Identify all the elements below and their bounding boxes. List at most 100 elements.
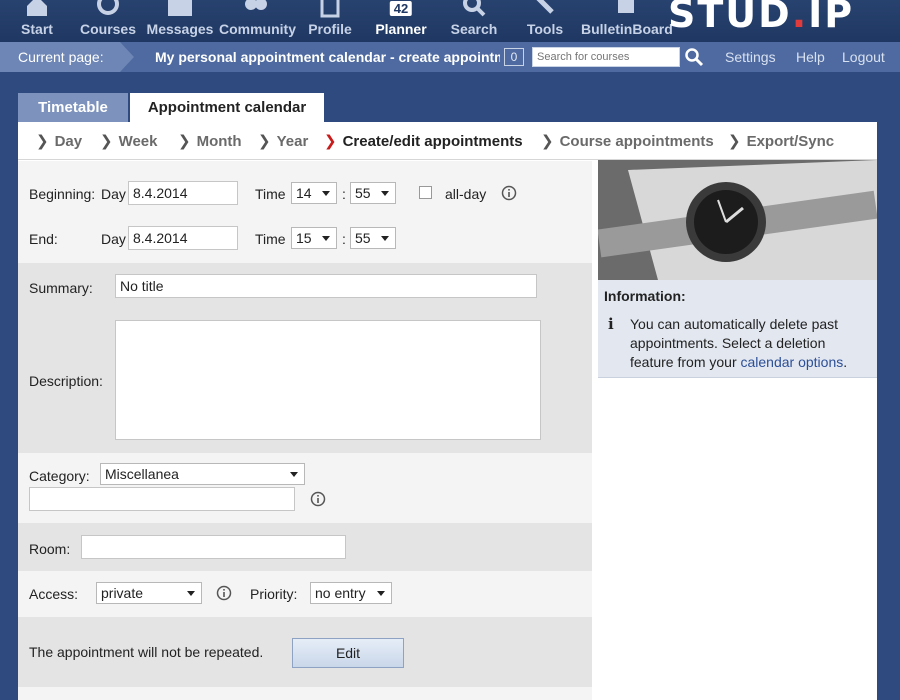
subnav-course-appointments[interactable]: ❯ Course appointments: [541, 132, 714, 150]
nav-planner[interactable]: 42 Planner: [372, 0, 430, 42]
nav-profile[interactable]: Profile: [306, 0, 354, 42]
chevron-right-icon: ❯: [541, 133, 554, 150]
nav-profile-label: Profile: [308, 21, 352, 37]
subnav-export-sync[interactable]: ❯ Export/Sync: [728, 132, 834, 150]
end-day-label: Day: [101, 231, 126, 247]
text-section: Summary: Description:: [18, 263, 592, 453]
subnav-year[interactable]: ❯ Year: [258, 132, 308, 150]
nav-community-label: Community: [219, 21, 296, 37]
subnav-create-edit[interactable]: ❯ Create/edit appointments: [324, 132, 523, 150]
description-textarea[interactable]: [115, 320, 541, 440]
nav-search[interactable]: Search: [448, 0, 500, 42]
calendar-options-link[interactable]: calendar options: [741, 354, 844, 370]
calendar-watch-image: [598, 160, 877, 280]
priority-label: Priority:: [250, 586, 298, 602]
chevron-down-icon: ❯: [324, 133, 337, 150]
room-label: Room:: [29, 541, 71, 557]
course-search-input[interactable]: [532, 47, 680, 67]
nav-messages[interactable]: Messages: [146, 0, 214, 42]
current-page-arrow: [120, 42, 134, 72]
current-page-label: Current page:: [0, 42, 120, 72]
information-text: You can automatically delete past appoin…: [630, 316, 848, 370]
end-hour-select[interactable]: 15: [291, 227, 337, 249]
access-select[interactable]: private: [96, 582, 202, 604]
access-label: Access:: [29, 586, 79, 602]
logout-link[interactable]: Logout: [842, 49, 885, 65]
allday-checkbox[interactable]: [419, 186, 432, 199]
beginning-label: Beginning:: [29, 186, 96, 202]
chevron-right-icon: ❯: [728, 133, 741, 150]
studip-logo[interactable]: STUD.IP: [668, 0, 854, 36]
nav-courses-label: Courses: [79, 21, 137, 37]
form-footer: [18, 687, 592, 700]
priority-select[interactable]: no entry: [310, 582, 392, 604]
beginning-hour-select[interactable]: 14: [291, 182, 337, 204]
summary-input[interactable]: [115, 274, 537, 298]
subnav-day[interactable]: ❯ Day: [36, 132, 82, 150]
magnifier-icon: [463, 0, 486, 17]
info-icon[interactable]: [501, 185, 517, 201]
beginning-minute-select[interactable]: 55: [350, 182, 396, 204]
content-card: ❯ Day ❯ Week ❯ Month ❯ Year ❯ Create/edit app…: [18, 122, 877, 700]
envelope-icon: [168, 0, 192, 16]
info-icon[interactable]: [216, 585, 232, 601]
beginning-date-input[interactable]: [128, 181, 238, 205]
nav-courses[interactable]: Courses: [78, 0, 138, 42]
subnav-month[interactable]: ❯ Month: [178, 132, 242, 150]
time-colon: :: [342, 231, 346, 247]
end-time-label: Time: [255, 231, 286, 247]
chevron-right-icon: ❯: [258, 133, 271, 150]
planner-count-badge: 42: [389, 0, 413, 16]
home-icon: [27, 0, 47, 16]
category-select[interactable]: Miscellanea: [100, 463, 305, 485]
chevron-right-icon: ❯: [36, 133, 49, 150]
people-icon: [245, 0, 267, 10]
settings-link[interactable]: Settings: [725, 49, 776, 65]
subnav-week[interactable]: ❯ Week: [100, 132, 158, 150]
beginning-time-label: Time: [255, 186, 286, 202]
access-section: Access: private Priority: no entry: [18, 571, 592, 617]
chevron-right-icon: ❯: [100, 133, 113, 150]
dropdown-caret-icon: [322, 236, 330, 241]
courses-icon: [97, 0, 119, 15]
nav-bulletinboard-label: BulletinBoard: [581, 21, 673, 37]
end-minute-select[interactable]: 55: [350, 227, 396, 249]
nav-start[interactable]: Start: [14, 0, 60, 42]
info-i-icon: i: [608, 315, 614, 333]
dropdown-caret-icon: [381, 236, 389, 241]
nav-bulletinboard[interactable]: BulletinBoard: [581, 0, 673, 42]
category-custom-input[interactable]: [29, 487, 295, 511]
wrench-icon: [536, 0, 554, 14]
room-input[interactable]: [81, 535, 346, 559]
end-label: End:: [29, 231, 58, 247]
nav-search-label: Search: [450, 21, 498, 37]
dropdown-caret-icon: [377, 591, 385, 596]
search-submit-icon[interactable]: [684, 47, 704, 67]
edit-repeat-button[interactable]: Edit: [292, 638, 404, 668]
nav-planner-label: Planner: [375, 21, 427, 37]
tab-timetable[interactable]: Timetable: [18, 93, 128, 122]
current-page-title: My personal appointment calendar - creat…: [155, 49, 500, 65]
information-panel: Information: i You can automatically del…: [598, 280, 877, 378]
end-date-input[interactable]: [128, 226, 238, 250]
info-icon[interactable]: [310, 491, 326, 507]
dropdown-caret-icon: [187, 591, 195, 596]
repeat-status-text: The appointment will not be repeated.: [29, 644, 264, 660]
course-count-badge: 0: [504, 48, 524, 66]
dropdown-caret-icon: [290, 472, 298, 477]
summary-label: Summary:: [29, 280, 93, 296]
allday-label: all-day: [445, 186, 487, 202]
information-title: Information:: [604, 288, 686, 304]
top-navigation: Start Courses Messages Community Profile…: [0, 0, 900, 42]
help-link[interactable]: Help: [796, 49, 825, 65]
chevron-right-icon: ❯: [178, 133, 191, 150]
nav-messages-label: Messages: [146, 21, 214, 37]
nav-tools-label: Tools: [526, 21, 564, 37]
datetime-section: Beginning: Day Time 14 : 55 all-day End:…: [18, 161, 592, 263]
nav-tools[interactable]: Tools: [520, 0, 570, 42]
tab-appointment-calendar[interactable]: Appointment calendar: [130, 93, 324, 122]
location-bar: Current page: My personal appointment ca…: [0, 42, 900, 72]
calendar-subnav: ❯ Day ❯ Week ❯ Month ❯ Year ❯ Create/edit app…: [18, 122, 877, 160]
dropdown-caret-icon: [322, 191, 330, 196]
nav-community[interactable]: Community: [219, 0, 296, 42]
